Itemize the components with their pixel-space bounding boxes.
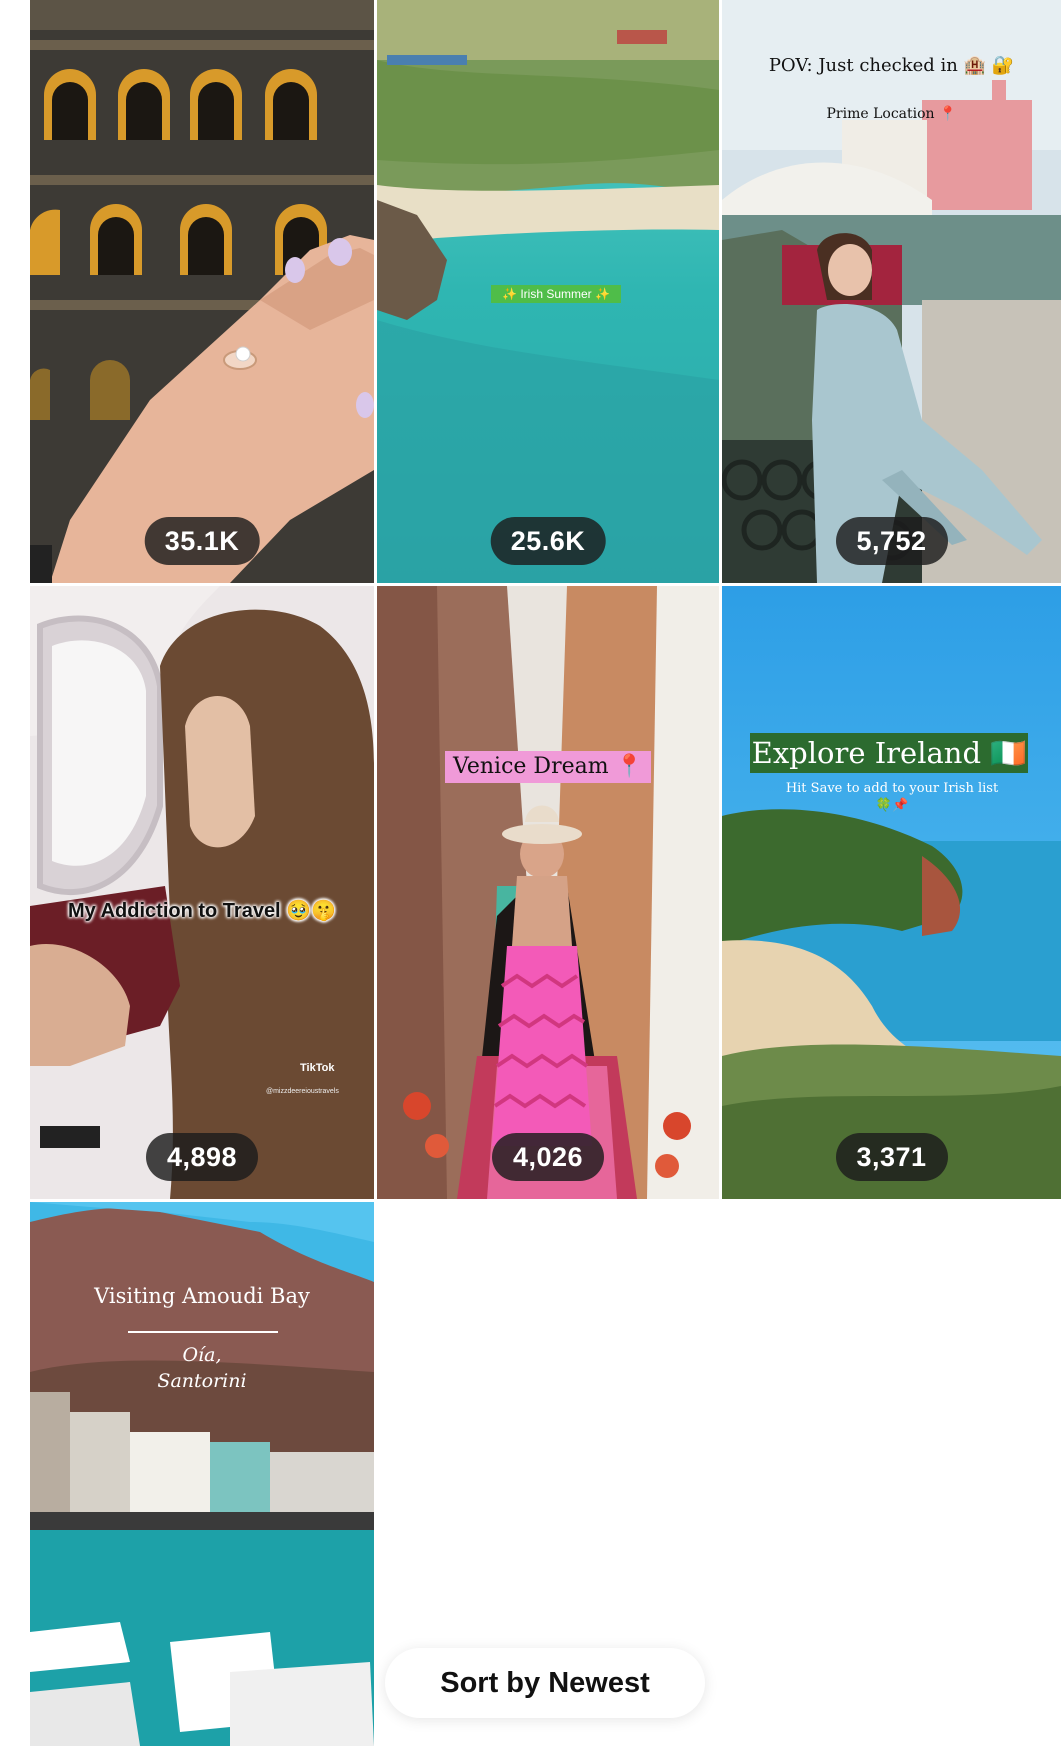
view-count: 3,371 bbox=[835, 1133, 948, 1181]
thumbnail-image bbox=[377, 586, 719, 1199]
sort-by-newest-button[interactable]: Sort by Newest bbox=[385, 1648, 705, 1718]
thumbnail-image bbox=[30, 586, 374, 1199]
thumbnail-image bbox=[722, 586, 1061, 1199]
video-grid: 35.1K ✨ Irish Summer ✨ 25.6K POV: Just c… bbox=[0, 0, 1061, 1746]
view-count: 35.1K bbox=[144, 517, 260, 565]
video-thumbnail[interactable]: 35.1K bbox=[30, 0, 374, 583]
video-thumbnail[interactable]: POV: Just checked in 🏨 🔐 Prime Location … bbox=[722, 0, 1061, 583]
caption-headline: Visiting Amoudi Bay bbox=[94, 1284, 310, 1308]
thumbnail-image bbox=[722, 0, 1061, 583]
creator-handle: @mizzdeereioustravels bbox=[266, 1088, 339, 1095]
caption-subtitle: Hit Save to add to your Irish list 🍀📌 bbox=[785, 781, 999, 813]
thumbnail-image bbox=[30, 0, 374, 583]
caption-place: Santorini bbox=[157, 1370, 247, 1392]
view-count: 5,752 bbox=[835, 517, 948, 565]
caption-headline: POV: Just checked in 🏨 🔐 bbox=[768, 55, 1015, 76]
video-thumbnail[interactable]: Visiting Amoudi Bay Oía, Santorini bbox=[30, 1202, 374, 1746]
video-thumbnail[interactable]: My Addiction to Travel 🥹🤫 TikTok @mizzde… bbox=[30, 586, 374, 1199]
caption-subtitle: Prime Location 📍 bbox=[826, 106, 957, 122]
video-thumbnail[interactable]: Explore Ireland 🇮🇪 Hit Save to add to yo… bbox=[722, 586, 1061, 1199]
caption-headline: My Addiction to Travel 🥹🤫 bbox=[68, 900, 336, 922]
video-thumbnail[interactable]: Venice Dream 📍 4,026 bbox=[377, 586, 719, 1199]
tiktok-watermark: TikTok bbox=[300, 1062, 335, 1074]
caption-overlay: ✨ Irish Summer ✨ bbox=[491, 285, 621, 303]
caption-headline: Venice Dream 📍 bbox=[445, 751, 651, 783]
view-count: 25.6K bbox=[490, 517, 606, 565]
view-count: 4,898 bbox=[146, 1133, 258, 1181]
caption-headline: Explore Ireland 🇮🇪 bbox=[750, 733, 1028, 773]
video-thumbnail[interactable]: ✨ Irish Summer ✨ 25.6K bbox=[377, 0, 719, 583]
view-count: 4,026 bbox=[492, 1133, 604, 1181]
caption-divider bbox=[128, 1331, 278, 1333]
caption-place: Oía, bbox=[182, 1344, 222, 1366]
